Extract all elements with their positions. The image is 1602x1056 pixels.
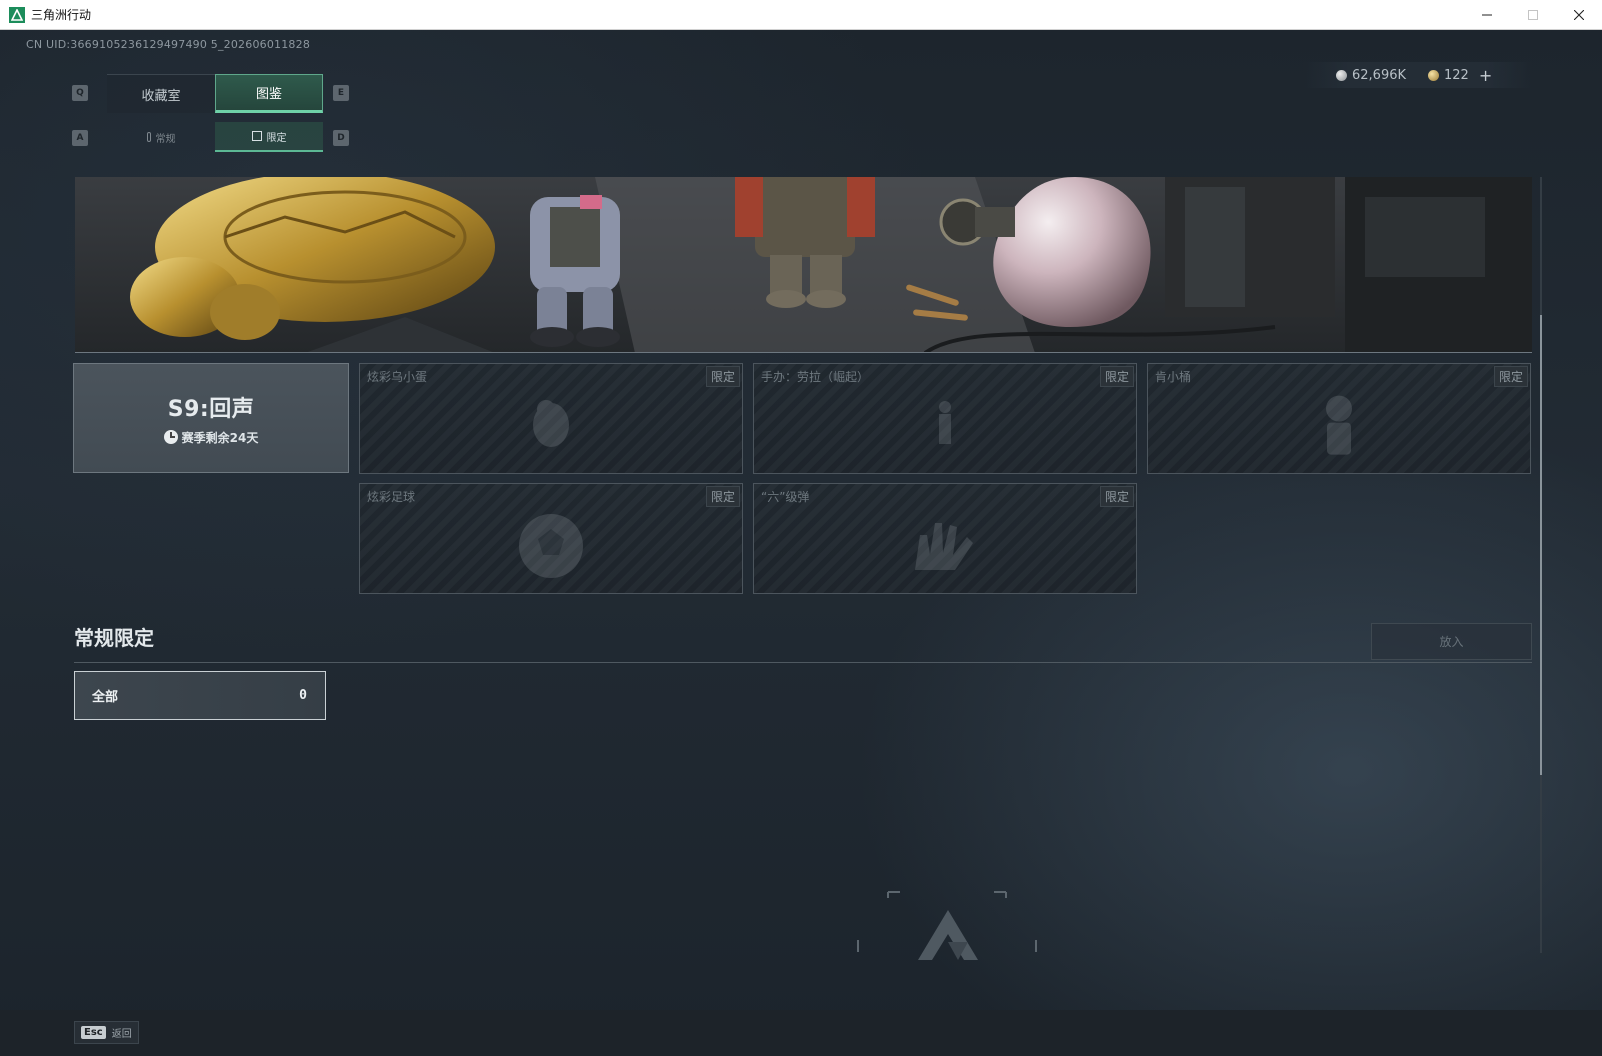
mascot-silhouette-icon [1326, 395, 1352, 455]
filter-label: 全部 [92, 690, 119, 705]
game-viewport: CN UID:3669105236129497490 5_20260601182… [0, 30, 1602, 1056]
add-currency-button[interactable]: + [1479, 66, 1492, 85]
clock-icon [163, 430, 178, 444]
item-card[interactable]: 肯小桶 限定 [1147, 363, 1531, 474]
esc-key-icon: Esc [81, 1026, 106, 1039]
gold-currency: 122 [1428, 68, 1469, 83]
close-icon [1574, 9, 1584, 20]
item-name: “六”级弹 [761, 490, 810, 504]
subtab-regular[interactable]: 常规 [107, 122, 215, 152]
currency-bar: 62,696K 122 + [1302, 62, 1534, 88]
limited-badge: 限定 [705, 486, 740, 507]
subtab-regular-label: 常规 [155, 133, 176, 145]
item-card[interactable]: 炫彩足球 限定 [359, 483, 743, 594]
silver-coin-icon [1336, 69, 1347, 81]
filter-count: 0 [299, 688, 307, 703]
game-logo-watermark-icon [857, 891, 1037, 960]
season-remaining-text: 赛季剩余24天 [181, 430, 259, 445]
section-divider [74, 662, 1532, 663]
figure-silhouette-icon [939, 400, 951, 444]
app-logo-icon [9, 6, 25, 23]
bottom-bar [0, 1010, 1602, 1056]
maximize-button[interactable] [1510, 0, 1556, 30]
place-button[interactable]: 放入 [1371, 623, 1532, 660]
item-name: 手办：劳拉（崛起） [761, 370, 870, 384]
section-title: 常规限定 [74, 626, 154, 650]
season-title: S9:回声 [167, 396, 255, 422]
subtab-limited-label: 限定 [266, 132, 287, 144]
gold-coin-icon [1428, 69, 1440, 81]
main-tabs: 收藏室 图鉴 [107, 74, 323, 113]
filter-all-button[interactable]: 全部 0 [74, 671, 326, 720]
picture-icon [251, 131, 262, 141]
item-name: 炫彩足球 [367, 490, 416, 504]
item-card[interactable]: 炫彩乌小蛋 限定 [359, 363, 743, 474]
thermometer-icon [146, 132, 151, 142]
sub-tabs: 常规 限定 [107, 122, 323, 152]
minimize-button[interactable] [1464, 0, 1510, 30]
item-card[interactable]: “六”级弹 限定 [753, 483, 1137, 594]
bird-silhouette-icon [533, 399, 569, 447]
key-hint-q: Q [72, 85, 88, 101]
silver-currency: 62,696K [1336, 68, 1406, 83]
item-card[interactable]: 手办：劳拉（崛起） 限定 [753, 363, 1137, 474]
season-card[interactable]: S9:回声 赛季剩余24天 [73, 363, 349, 473]
limited-badge: 限定 [1493, 366, 1528, 387]
gold-amount: 122 [1444, 67, 1469, 83]
soccer-ball-silhouette-icon [519, 513, 583, 578]
item-name: 肯小桶 [1155, 370, 1192, 384]
item-name: 炫彩乌小蛋 [367, 370, 428, 384]
scrollbar-thumb[interactable] [1540, 315, 1542, 775]
window-titlebar: 三角洲行动 [0, 0, 1602, 30]
banner-artwork [75, 177, 1532, 352]
minimize-icon [1482, 14, 1492, 15]
window-title: 三角洲行动 [31, 8, 92, 22]
subtab-limited[interactable]: 限定 [215, 122, 323, 152]
key-hint-e: E [333, 85, 349, 101]
limited-badge: 限定 [1099, 486, 1134, 507]
back-label: 返回 [111, 1029, 132, 1040]
limited-badge: 限定 [705, 366, 740, 387]
maximize-icon [1528, 9, 1538, 20]
tab-collection-room[interactable]: 收藏室 [107, 74, 215, 113]
back-button[interactable]: Esc 返回 [74, 1021, 139, 1044]
silver-amount: 62,696K [1352, 67, 1407, 83]
tab-catalog[interactable]: 图鉴 [215, 74, 323, 113]
collection-banner-image [75, 177, 1532, 353]
limited-badge: 限定 [1099, 366, 1134, 387]
key-hint-d: D [333, 130, 349, 146]
uid-label: CN UID:3669105236129497490 5_20260601182… [26, 38, 311, 51]
close-button[interactable] [1556, 0, 1602, 30]
season-remaining: 赛季剩余24天 [163, 429, 259, 446]
key-hint-a: A [72, 130, 88, 146]
hand-silhouette-icon [915, 522, 973, 570]
